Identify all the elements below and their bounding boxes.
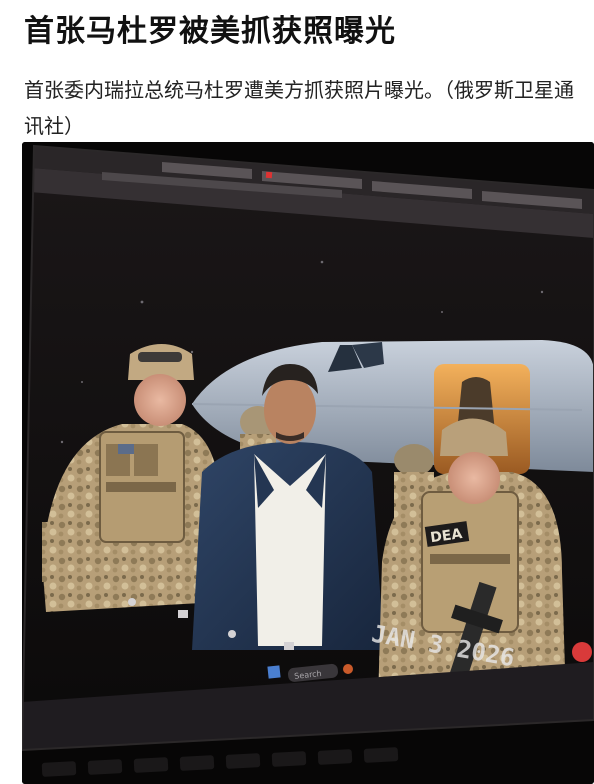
article-title: 首张马杜罗被美抓获照曝光 xyxy=(24,14,396,49)
laptop-screen-photo: DEA JAN 3 2026 Search xyxy=(22,142,594,784)
article-summary: 首张委内瑞拉总统马杜罗遭美方抓获照片曝光。（俄罗斯卫星通讯社） xyxy=(24,78,574,138)
article-page: 首张马杜罗被美抓获照曝光 首张委内瑞拉总统马杜罗遭美方抓获照片曝光。（俄罗斯卫星… xyxy=(0,0,594,784)
blurred-face-left xyxy=(134,374,186,426)
red-button xyxy=(572,642,592,662)
blurred-face-right xyxy=(448,452,500,504)
taskbar-app-icon xyxy=(343,664,353,674)
start-icon xyxy=(267,665,281,679)
screen-content: DEA JAN 3 2026 Search xyxy=(22,146,594,750)
article-photo[interactable]: DEA JAN 3 2026 Search xyxy=(22,142,594,784)
man-face xyxy=(264,376,316,444)
youtube-tab-icon xyxy=(265,171,273,179)
flag-patch xyxy=(118,444,134,454)
